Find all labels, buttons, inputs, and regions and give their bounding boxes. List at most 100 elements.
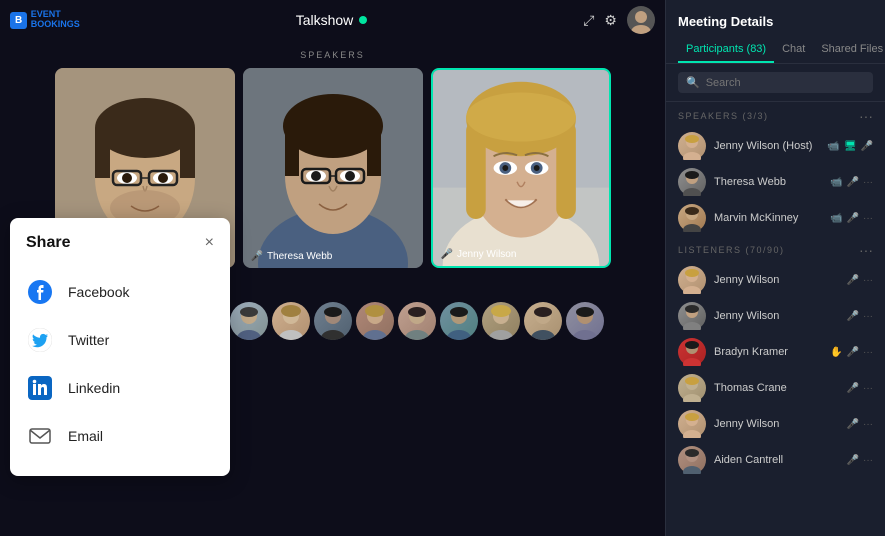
participant-avatar <box>678 374 706 402</box>
speaker-card-3[interactable]: 🎤 Jenny Wilson <box>431 68 611 268</box>
speakers-group-header: SPEAKERS (3/3) ··· <box>666 102 885 128</box>
participant-theresa[interactable]: Theresa Webb 📹 🎤 ··· <box>666 164 885 200</box>
settings-icon[interactable]: ⚙ <box>604 12 617 29</box>
live-indicator <box>359 16 367 24</box>
listener-row-1[interactable]: Jenny Wilson 🎤 ··· <box>666 262 885 298</box>
share-twitter[interactable]: Twitter <box>26 316 214 364</box>
participants-list: SPEAKERS (3/3) ··· Jenny Wilson (Host) 📹… <box>666 102 885 536</box>
email-icon <box>26 422 54 450</box>
participant-name: Marvin McKinney <box>714 212 822 224</box>
share-facebook[interactable]: Facebook <box>26 268 214 316</box>
tab-chat[interactable]: Chat <box>774 37 813 63</box>
user-avatar[interactable] <box>627 6 655 34</box>
participant-avatar <box>678 338 706 366</box>
listener-row-2[interactable]: Jenny Wilson 🎤 ··· <box>666 298 885 334</box>
share-close-button[interactable]: × <box>205 235 214 251</box>
listener-12[interactable] <box>482 302 520 340</box>
listener-9[interactable] <box>356 302 394 340</box>
participant-avatar <box>678 168 706 196</box>
more-icon[interactable]: ··· <box>863 347 873 358</box>
share-title: Share <box>26 234 70 252</box>
participant-avatar <box>678 132 706 160</box>
speakers-group-label: SPEAKERS (3/3) <box>678 111 769 121</box>
logo-area: B EVENTBOOKINGS <box>10 10 80 30</box>
share-header: Share × <box>26 234 214 252</box>
more-icon[interactable]: ··· <box>863 275 873 286</box>
listener-row-aiden[interactable]: Aiden Cantrell 🎤 ··· <box>666 442 885 478</box>
screen-icon: 🖥 <box>844 141 857 152</box>
speaker-name-3: 🎤 Jenny Wilson <box>441 249 517 260</box>
more-icon[interactable]: ··· <box>863 177 873 188</box>
sidebar: Meeting Details Participants (83) Chat S… <box>665 0 885 536</box>
mic-icon-2: 🎤 <box>251 251 263 262</box>
participant-jenny-host[interactable]: Jenny Wilson (Host) 📹 🖥 🎤 <box>666 128 885 164</box>
twitter-label: Twitter <box>68 332 109 348</box>
mic-icon: 🎤 <box>847 383 859 394</box>
twitter-icon <box>26 326 54 354</box>
participant-controls: 🎤 ··· <box>847 455 873 466</box>
listener-row-bradyn[interactable]: Bradyn Kramer ✋ 🎤 ··· <box>666 334 885 370</box>
video-icon: 📹 <box>830 177 842 188</box>
tab-shared-files[interactable]: Shared Files <box>813 37 885 63</box>
facebook-label: Facebook <box>68 284 129 300</box>
main-container: B EVENTBOOKINGS Talkshow ⤢ ⚙ SPEAKERS <box>0 0 885 536</box>
participant-controls: 🎤 ··· <box>847 383 873 394</box>
participant-avatar <box>678 266 706 294</box>
more-icon[interactable]: ··· <box>863 383 873 394</box>
listener-7[interactable] <box>272 302 310 340</box>
share-email[interactable]: Email <box>26 412 214 460</box>
participant-name: Aiden Cantrell <box>714 454 839 466</box>
listener-10[interactable] <box>398 302 436 340</box>
video-header: B EVENTBOOKINGS Talkshow ⤢ ⚙ <box>0 0 665 40</box>
mic-icon-3: 🎤 <box>441 249 453 260</box>
participant-name: Jenny Wilson <box>714 310 839 322</box>
email-label: Email <box>68 428 103 444</box>
mic-icon: 🎤 <box>847 455 859 466</box>
participant-controls: 🎤 ··· <box>847 419 873 430</box>
share-linkedin[interactable]: Linkedin <box>26 364 214 412</box>
mic-icon: 🎤 <box>861 141 873 152</box>
listener-row-jenny2[interactable]: Jenny Wilson 🎤 ··· <box>666 406 885 442</box>
listener-11[interactable] <box>440 302 478 340</box>
participant-name: Theresa Webb <box>714 176 822 188</box>
listener-14[interactable] <box>566 302 604 340</box>
listener-6[interactable] <box>230 302 268 340</box>
linkedin-icon <box>26 374 54 402</box>
more-icon[interactable]: ··· <box>863 311 873 322</box>
listener-8[interactable] <box>314 302 352 340</box>
header-title: Talkshow <box>296 12 368 28</box>
session-title: Talkshow <box>296 12 354 28</box>
more-icon[interactable]: ··· <box>863 455 873 466</box>
participant-avatar <box>678 204 706 232</box>
speaker-card-2[interactable]: 🎤 Theresa Webb <box>243 68 423 268</box>
participant-controls: 📹 🎤 ··· <box>830 213 873 224</box>
sidebar-tabs: Participants (83) Chat Shared Files <box>666 37 885 64</box>
listeners-group-header: LISTENERS (70/90) ··· <box>666 236 885 262</box>
listeners-more-icon[interactable]: ··· <box>859 242 873 258</box>
sidebar-title: Meeting Details <box>666 0 885 37</box>
participant-name: Bradyn Kramer <box>714 346 822 358</box>
search-input[interactable] <box>706 77 865 89</box>
participant-name: Jenny Wilson (Host) <box>714 140 819 152</box>
participant-controls: 📹 🖥 🎤 <box>827 141 873 152</box>
mic-icon: 🎤 <box>847 419 859 430</box>
participant-name: Jenny Wilson <box>714 418 839 430</box>
mic-icon: 🎤 <box>847 177 859 188</box>
participant-marvin[interactable]: Marvin McKinney 📹 🎤 ··· <box>666 200 885 236</box>
mic-icon: 🎤 <box>847 347 859 358</box>
listener-row-thomas[interactable]: Thomas Crane 🎤 ··· <box>666 370 885 406</box>
speaker-name-2: 🎤 Theresa Webb <box>251 251 333 262</box>
more-icon[interactable]: ··· <box>863 213 873 224</box>
search-box: 🔍 <box>678 72 873 93</box>
listener-13[interactable] <box>524 302 562 340</box>
tab-participants[interactable]: Participants (83) <box>678 37 774 63</box>
expand-icon[interactable]: ⤢ <box>583 12 594 29</box>
more-icon[interactable]: ··· <box>863 419 873 430</box>
mic-icon: 🎤 <box>847 311 859 322</box>
header-controls: ⤢ ⚙ <box>583 6 655 34</box>
speakers-more-icon[interactable]: ··· <box>859 108 873 124</box>
hand-icon: ✋ <box>830 347 842 358</box>
participant-avatar <box>678 410 706 438</box>
participant-name: Thomas Crane <box>714 382 839 394</box>
facebook-icon <box>26 278 54 306</box>
